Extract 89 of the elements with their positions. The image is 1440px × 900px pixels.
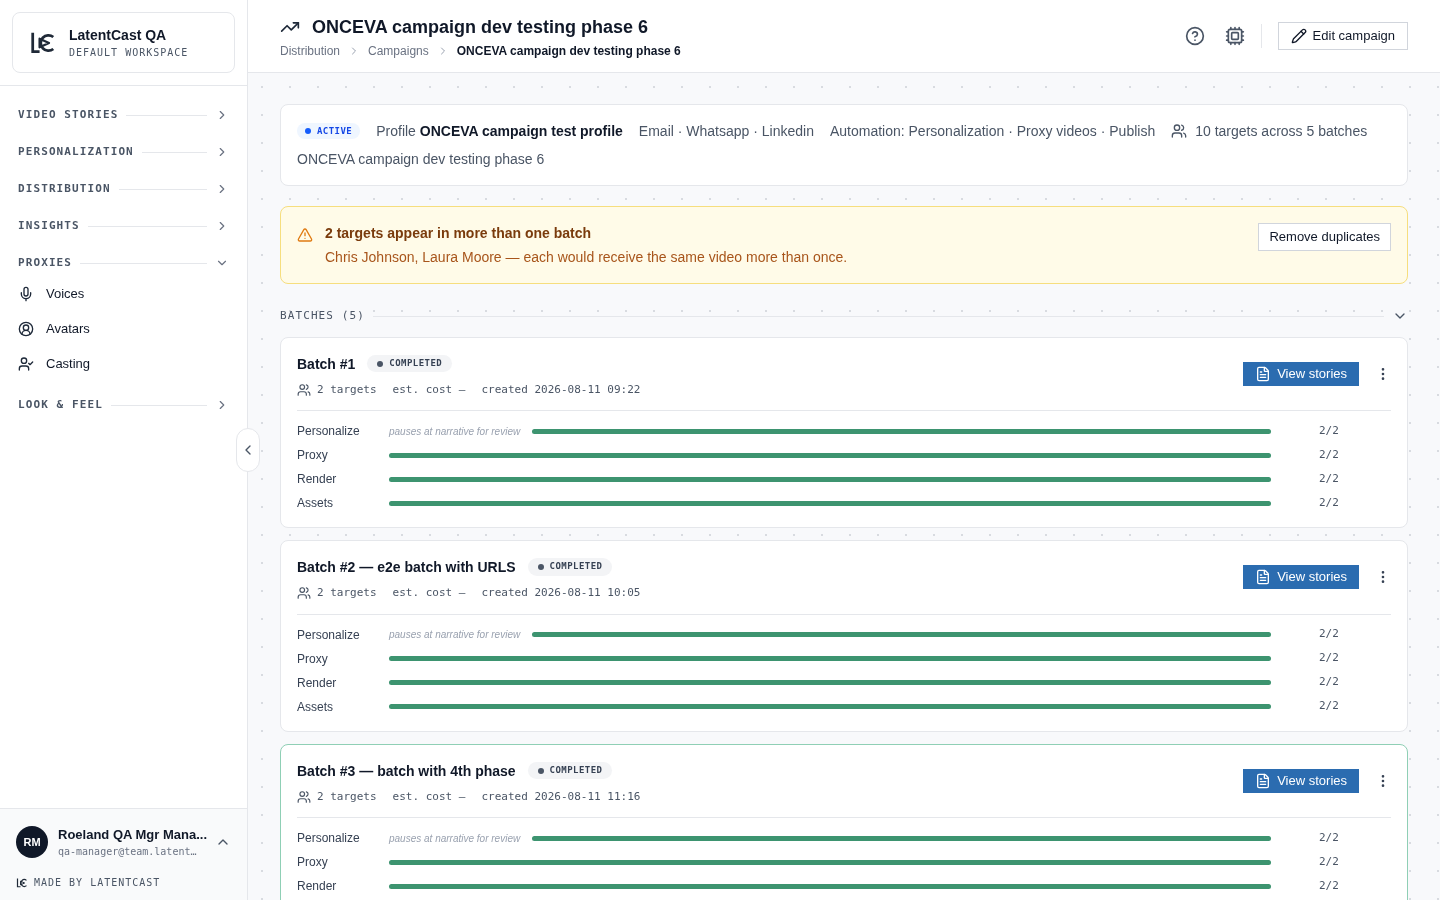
batch-title: Batch #1	[297, 354, 356, 374]
batches-heading: BATCHES (5)	[280, 308, 365, 324]
stage-count: 2/2	[1318, 877, 1340, 894]
sidebar-item[interactable]: Casting	[18, 346, 229, 381]
sidebar-item[interactable]: Voices	[18, 276, 229, 311]
stage-note: pauses at narrative for review	[389, 628, 521, 642]
batch-cost: est. cost —	[392, 788, 466, 805]
page-title: ONCEVA campaign dev testing phase 6	[312, 16, 649, 39]
stage-count: 2/2	[1318, 494, 1340, 511]
chip-icon[interactable]	[1224, 26, 1245, 46]
batch-created: created 2026-08-11 09:22	[481, 381, 641, 398]
workspace-subtitle: DEFAULT WORKSPACE	[69, 46, 189, 60]
sidebar-section[interactable]: VIDEO STORIES	[18, 102, 229, 128]
batch-created: created 2026-08-11 10:05	[481, 585, 641, 601]
breadcrumb-link[interactable]: Distribution	[280, 43, 341, 59]
status-badge: ACTIVE	[297, 122, 361, 140]
user-check-icon	[18, 355, 34, 372]
users-icon	[297, 382, 311, 397]
sidebar-section[interactable]: DISTRIBUTION	[18, 176, 229, 202]
stage-note: pauses at narrative for review	[389, 831, 521, 846]
profile-text: Profile ONCEVA campaign test profile	[376, 122, 623, 141]
stage-count: 2/2	[1318, 626, 1340, 643]
stage-count: 2/2	[1318, 674, 1340, 691]
warning-message: Chris Johnson, Laura Moore — each would receive the same video more than once.	[325, 248, 849, 267]
users-icon	[297, 586, 311, 601]
stage-label: Proxy	[297, 447, 329, 463]
sidebar-item[interactable]: Avatars	[18, 311, 229, 346]
sidebar-section[interactable]: LOOK & FEEL	[18, 392, 229, 418]
view-stories-button[interactable]: View stories	[1243, 565, 1359, 589]
stage-count: 2/2	[1318, 470, 1340, 487]
batch-title: Batch #2 — e2e batch with URLS	[297, 558, 516, 577]
user-avatar: RM	[16, 825, 48, 858]
document-icon	[1255, 365, 1272, 382]
microphone-icon	[18, 285, 34, 302]
targets-text: 10 targets across 5 batches	[1195, 122, 1368, 141]
batch-targets: 2 targets	[317, 585, 377, 601]
stage-note: pauses at narrative for review	[389, 424, 521, 439]
sidebar-section[interactable]: PROXIES	[18, 250, 229, 276]
automation-text: Automation: Personalization · Proxy videos · Publish	[829, 122, 1156, 141]
user-circle-icon	[18, 320, 34, 337]
document-icon	[1255, 772, 1272, 789]
stage-label: Render	[297, 674, 338, 691]
batch-created: created 2026-08-11 11:16	[481, 788, 641, 805]
users-icon	[297, 789, 311, 804]
stage-count: 2/2	[1318, 422, 1340, 439]
batch-targets: 2 targets	[317, 788, 377, 805]
stage-count: 2/2	[1318, 698, 1340, 715]
stage-label: Personalize	[297, 626, 361, 643]
status-badge: COMPLETED	[367, 354, 453, 373]
logo-icon	[29, 30, 57, 55]
stage-label: Assets	[297, 698, 334, 715]
warning-icon	[297, 227, 313, 243]
stage-label: Assets	[297, 495, 334, 511]
stage-label: Personalize	[297, 830, 361, 846]
help-icon[interactable]	[1184, 26, 1205, 46]
batch-cost: est. cost —	[392, 585, 466, 601]
stage-label: Render	[297, 878, 338, 894]
users-icon	[1171, 123, 1188, 139]
sidebar-section[interactable]: PERSONALIZATION	[18, 139, 229, 165]
warning-title: 2 targets appear in more than one batch	[325, 224, 593, 243]
stage-count: 2/2	[1318, 446, 1340, 463]
stage-count: 2/2	[1318, 829, 1340, 846]
breadcrumb-link[interactable]: Campaigns	[368, 43, 429, 59]
batch-cost: est. cost —	[392, 381, 466, 398]
edit-campaign-button[interactable]: Edit campaign	[1277, 22, 1408, 50]
pencil-icon	[1290, 28, 1307, 44]
view-stories-button[interactable]: View stories	[1243, 361, 1359, 386]
stage-label: Proxy	[297, 854, 329, 870]
campaign-description: ONCEVA campaign dev testing phase 6	[297, 150, 546, 169]
stage-label: Render	[297, 471, 338, 487]
stage-label: Proxy	[297, 650, 329, 667]
workspace-switcher[interactable]: LatentCast QA DEFAULT WORKSPACE	[12, 12, 235, 73]
logo-icon	[16, 876, 28, 889]
user-email: qa-manager@team.latent…	[58, 845, 198, 859]
view-stories-button[interactable]: View stories	[1243, 768, 1359, 793]
stage-label: Personalize	[297, 423, 361, 439]
batch-title: Batch #3 — batch with 4th phase	[297, 761, 516, 781]
remove-duplicates-button[interactable]: Remove duplicates	[1258, 223, 1391, 251]
stage-count: 2/2	[1318, 853, 1340, 870]
channels-text: Email · Whatsapp · Linkedin	[638, 122, 814, 141]
status-badge: COMPLETED	[527, 761, 613, 780]
stage-count: 2/2	[1318, 650, 1340, 667]
workspace-name: LatentCast QA	[69, 26, 168, 45]
user-name: Roeland QA Mgr Mana...	[58, 825, 205, 844]
sidebar-section[interactable]: INSIGHTS	[18, 213, 229, 239]
batch-targets: 2 targets	[317, 381, 377, 398]
made-by-label: MADE BY LATENTCAST	[34, 876, 161, 890]
document-icon	[1255, 569, 1272, 585]
status-badge: COMPLETED	[527, 558, 613, 576]
